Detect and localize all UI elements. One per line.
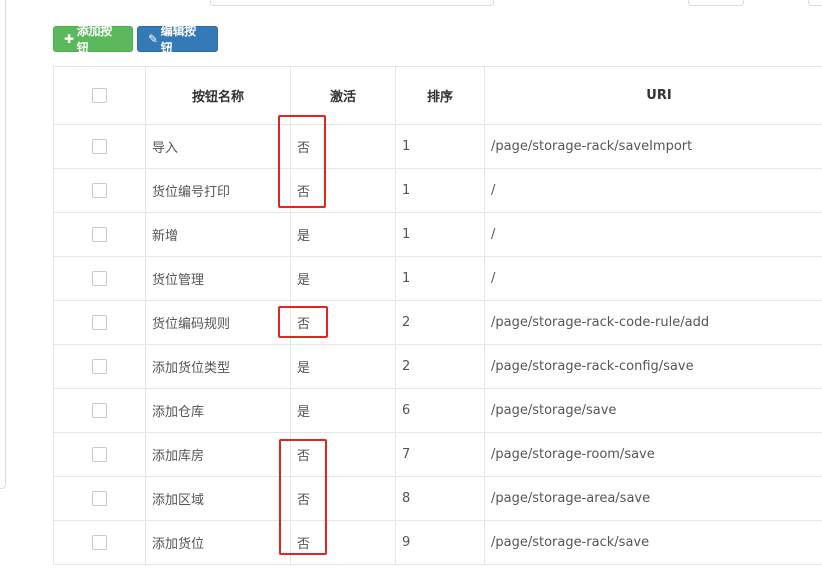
edit-button-label: 编辑按钮 — [160, 24, 196, 55]
top-button-2[interactable] — [808, 0, 822, 6]
row-select-cell — [53, 520, 146, 565]
row-checkbox[interactable] — [92, 447, 107, 462]
table-row[interactable]: 导入否 1/page/storage-rack/saveImport — [53, 124, 822, 169]
cell-uri: /page/storage/save — [484, 388, 822, 433]
search-input-top[interactable] — [210, 0, 494, 6]
table-row[interactable]: 添加货位类型是 2/page/storage-rack-config/save — [53, 344, 822, 389]
highlight-box — [279, 439, 327, 555]
table-row[interactable]: 添加货位否 9/page/storage-rack/save — [53, 520, 822, 565]
add-button-label: 添加按钮 — [76, 24, 112, 55]
highlight-box — [278, 115, 326, 208]
table-row[interactable]: 添加库房否 7/page/storage-room/save — [53, 432, 822, 477]
cell-name: 添加区域 — [145, 476, 291, 521]
left-panel — [0, 0, 6, 489]
cell-sort: 8 — [395, 476, 485, 521]
cell-uri: /page/storage-rack/save — [484, 520, 822, 565]
row-select-cell — [53, 256, 146, 301]
cell-uri: /page/storage-area/save — [484, 476, 822, 521]
cell-sort: 1 — [395, 256, 485, 301]
select-all-cell — [53, 66, 146, 125]
row-checkbox[interactable] — [92, 491, 107, 506]
cell-name: 货位编号打印 — [145, 168, 291, 213]
cell-name: 货位编码规则 — [145, 300, 291, 345]
column-header-name[interactable]: 按钮名称 — [145, 66, 291, 125]
plus-icon: ✚ — [64, 32, 74, 46]
buttons-table: 按钮名称 激活 排序 URI 导入否 1/page/storage-rack/sa… — [53, 66, 822, 565]
top-button[interactable] — [688, 0, 744, 6]
cell-sort: 9 — [395, 520, 485, 565]
edit-icon: ✎ — [148, 32, 158, 46]
column-header-sort[interactable]: 排序 — [395, 66, 485, 125]
cell-uri: /page/storage-room/save — [484, 432, 822, 477]
cell-name: 添加仓库 — [145, 388, 291, 433]
cell-name: 新增 — [145, 212, 291, 257]
edit-button[interactable]: ✎ 编辑按钮 — [137, 24, 218, 55]
cell-active: 是 — [290, 388, 396, 433]
select-all-checkbox[interactable] — [92, 88, 107, 103]
row-select-cell — [53, 212, 146, 257]
cell-uri: / — [484, 212, 822, 257]
row-select-cell — [53, 124, 146, 169]
cell-sort: 7 — [395, 432, 485, 477]
cell-uri: /page/storage-rack-config/save — [484, 344, 822, 389]
cell-uri: /page/storage-rack-code-rule/add — [484, 300, 822, 345]
table-row[interactable]: 货位编号打印否 1/ — [53, 168, 822, 213]
cell-sort: 2 — [395, 344, 485, 389]
add-button[interactable]: ✚ 添加按钮 — [53, 24, 133, 55]
cell-sort: 1 — [395, 168, 485, 213]
table-row[interactable]: 添加区域否 8/page/storage-area/save — [53, 476, 822, 521]
cell-name: 导入 — [145, 124, 291, 169]
cell-name: 添加库房 — [145, 432, 291, 477]
row-select-cell — [53, 388, 146, 433]
cell-active: 是 — [290, 344, 396, 389]
table-row[interactable]: 新增是 1/ — [53, 212, 822, 257]
row-select-cell — [53, 476, 146, 521]
row-select-cell — [53, 168, 146, 213]
cell-uri: /page/storage-rack/saveImport — [484, 124, 822, 169]
row-checkbox[interactable] — [92, 271, 107, 286]
cell-active: 是 — [290, 256, 396, 301]
cell-active: 是 — [290, 212, 396, 257]
table-row[interactable]: 添加仓库是 6/page/storage/save — [53, 388, 822, 433]
toolbar: ✚ 添加按钮 ✎ 编辑按钮 — [53, 24, 218, 55]
cell-name: 货位管理 — [145, 256, 291, 301]
row-checkbox[interactable] — [92, 359, 107, 374]
highlight-box — [278, 306, 328, 338]
cell-sort: 2 — [395, 300, 485, 345]
row-checkbox[interactable] — [92, 227, 107, 242]
cell-name: 添加货位 — [145, 520, 291, 565]
table-row[interactable]: 货位管理是 1/ — [53, 256, 822, 301]
cell-uri: / — [484, 256, 822, 301]
row-select-cell — [53, 432, 146, 477]
row-checkbox[interactable] — [92, 183, 107, 198]
column-header-uri[interactable]: URI — [484, 66, 822, 125]
row-checkbox[interactable] — [92, 315, 107, 330]
row-select-cell — [53, 300, 146, 345]
row-checkbox[interactable] — [92, 139, 107, 154]
table-header-row: 按钮名称 激活 排序 URI — [53, 66, 822, 125]
cell-sort: 1 — [395, 212, 485, 257]
table-row[interactable]: 货位编码规则否 2/page/storage-rack-code-rule/add — [53, 300, 822, 345]
row-checkbox[interactable] — [92, 535, 107, 550]
row-checkbox[interactable] — [92, 403, 107, 418]
cell-sort: 6 — [395, 388, 485, 433]
cell-sort: 1 — [395, 124, 485, 169]
row-select-cell — [53, 344, 146, 389]
cell-name: 添加货位类型 — [145, 344, 291, 389]
cell-uri: / — [484, 168, 822, 213]
